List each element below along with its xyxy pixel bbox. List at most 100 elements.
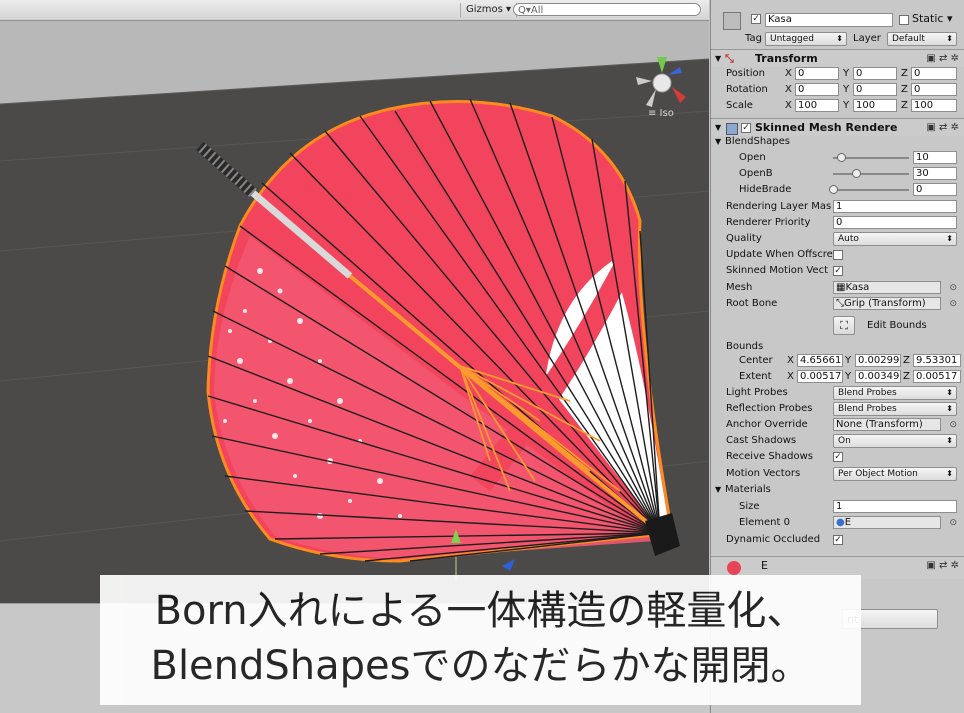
quality-dropdown[interactable]: Auto ⬍ bbox=[833, 232, 957, 246]
blendshape-slider-track[interactable] bbox=[833, 173, 909, 175]
active-checkbox[interactable]: ✓ bbox=[751, 14, 761, 24]
cast-shadows-dropdown[interactable]: On ⬍ bbox=[833, 434, 957, 448]
blendshape-slider-thumb[interactable] bbox=[829, 185, 838, 194]
skinned-motion-checkbox[interactable]: ✓ bbox=[833, 266, 843, 276]
foldout-arrow-icon[interactable]: ▼ bbox=[715, 50, 721, 67]
root-bone-row: Root Bone ⤡Grip (Transform) ⊙ bbox=[711, 296, 964, 312]
material-sphere-icon: ● bbox=[836, 517, 845, 528]
blendshape-openb-row: OpenB 30 bbox=[711, 166, 964, 182]
blendshape-slider-track[interactable] bbox=[833, 189, 909, 191]
reflection-probes-row: Reflection Probes Blend Probes ⬍ bbox=[711, 401, 964, 417]
receive-shadows-checkbox[interactable]: ✓ bbox=[833, 452, 843, 462]
component-menu-icon[interactable]: ▣ ⇄ ✲ bbox=[926, 557, 959, 574]
layer-dropdown[interactable]: Default ⬍ bbox=[887, 32, 957, 46]
rendering-layer-field[interactable]: 1 bbox=[833, 200, 957, 213]
blendshape-value-field[interactable]: 0 bbox=[913, 183, 957, 196]
transform-rotation-row: Rotation X 0 Y 0 Z 0 bbox=[711, 82, 964, 98]
gizmos-dropdown[interactable]: Gizmos ▾ bbox=[460, 3, 518, 17]
foldout-arrow-icon[interactable]: ▼ bbox=[715, 482, 721, 498]
anchor-override-label: Anchor Override bbox=[726, 419, 808, 430]
center-z-field[interactable]: 9.53301 bbox=[913, 354, 961, 367]
mesh-label: Mesh bbox=[726, 282, 753, 293]
static-dropdown[interactable]: Static ▾ bbox=[912, 11, 952, 27]
receive-shadows-row: Receive Shadows ✓ bbox=[711, 449, 964, 465]
mesh-field[interactable]: ▦Kasa bbox=[833, 281, 941, 294]
element0-label: Element 0 bbox=[739, 517, 790, 528]
update-offscreen-label: Update When Offscre bbox=[726, 249, 833, 260]
transform-icon: ⤡ bbox=[725, 52, 734, 65]
rendering-layer-label: Rendering Layer Mas bbox=[726, 201, 832, 212]
transform-y-field[interactable]: 100 bbox=[853, 99, 897, 112]
extent-label: Extent bbox=[739, 371, 772, 382]
reflection-probes-dropdown[interactable]: Blend Probes ⬍ bbox=[833, 402, 957, 416]
caption-line-1: Born入れによる一体構造の軽量化、 bbox=[154, 588, 807, 634]
transform-z-field[interactable]: 0 bbox=[911, 83, 957, 96]
materials-foldout[interactable]: ▼ Materials bbox=[711, 482, 964, 498]
blendshape-value-field[interactable]: 10 bbox=[913, 151, 957, 164]
transform-x-field[interactable]: 0 bbox=[795, 83, 839, 96]
object-picker-icon[interactable]: ⊙ bbox=[949, 280, 957, 296]
transform-y-field[interactable]: 0 bbox=[853, 83, 897, 96]
blendshape-slider-thumb[interactable] bbox=[837, 153, 846, 162]
bounds-extent-row: Extent X 0.00517 Y 0.00349 Z 0.00517 bbox=[711, 369, 964, 385]
blendshapes-foldout[interactable]: ▼ BlendShapes bbox=[711, 134, 964, 150]
update-offscreen-checkbox[interactable] bbox=[833, 250, 843, 260]
dynamic-occluded-checkbox[interactable]: ✓ bbox=[833, 535, 843, 545]
blendshapes-label: BlendShapes bbox=[725, 136, 790, 147]
root-bone-field[interactable]: ⤡Grip (Transform) bbox=[833, 297, 941, 310]
transform-x-field[interactable]: 100 bbox=[795, 99, 839, 112]
object-picker-icon[interactable]: ⊙ bbox=[949, 296, 957, 312]
renderer-priority-field[interactable]: 0 bbox=[833, 216, 957, 229]
transform-y-field[interactable]: 0 bbox=[853, 67, 897, 80]
transform-z-field[interactable]: 100 bbox=[911, 99, 957, 112]
blendshape-label: HideBrade bbox=[739, 184, 792, 195]
scene-search-input[interactable]: Q▾All bbox=[513, 3, 701, 16]
anchor-override-field[interactable]: None (Transform) bbox=[833, 418, 941, 431]
smr-enabled-checkbox[interactable]: ✓ bbox=[741, 123, 751, 133]
cast-shadows-label: Cast Shadows bbox=[726, 435, 797, 446]
cast-shadows-row: Cast Shadows On ⬍ bbox=[711, 433, 964, 449]
light-probes-dropdown[interactable]: Blend Probes ⬍ bbox=[833, 386, 957, 400]
foldout-arrow-icon[interactable]: ▼ bbox=[715, 134, 721, 150]
motion-vectors-dropdown[interactable]: Per Object Motion ⬍ bbox=[833, 467, 957, 481]
center-y-field[interactable]: 0.00299 bbox=[855, 354, 901, 367]
component-menu-icon[interactable]: ▣ ⇄ ✲ bbox=[926, 50, 959, 67]
static-checkbox[interactable] bbox=[899, 15, 909, 25]
transform-row-label: Scale bbox=[726, 100, 753, 111]
blendshape-label: Open bbox=[739, 152, 766, 163]
edit-bounds-button[interactable]: ⛶ bbox=[833, 316, 855, 335]
object-name-field[interactable]: Kasa bbox=[765, 13, 893, 27]
transform-z-field[interactable]: 0 bbox=[911, 67, 957, 80]
materials-size-label: Size bbox=[739, 501, 760, 512]
materials-size-row: Size 1 bbox=[711, 499, 964, 515]
receive-shadows-label: Receive Shadows bbox=[726, 451, 813, 462]
object-picker-icon[interactable]: ⊙ bbox=[949, 515, 957, 531]
extent-z-field[interactable]: 0.00517 bbox=[913, 370, 961, 383]
quality-row: Quality Auto ⬍ bbox=[711, 231, 964, 247]
update-offscreen-row: Update When Offscre bbox=[711, 247, 964, 263]
renderer-priority-row: Renderer Priority 0 bbox=[711, 215, 964, 231]
transform-icon: ⤡ bbox=[836, 298, 844, 309]
motion-vectors-label: Motion Vectors bbox=[726, 468, 801, 479]
center-x-field[interactable]: 4.65661 bbox=[797, 354, 843, 367]
projection-mode-label[interactable]: ≡ Iso bbox=[648, 108, 674, 119]
material-preview-icon bbox=[727, 561, 741, 575]
element0-field[interactable]: ●E bbox=[833, 516, 941, 529]
extent-x-field[interactable]: 0.00517 bbox=[797, 370, 843, 383]
materials-size-field[interactable]: 1 bbox=[833, 500, 957, 513]
blendshape-slider-thumb[interactable] bbox=[852, 169, 861, 178]
object-picker-icon[interactable]: ⊙ bbox=[949, 417, 957, 433]
edit-bounds-label: Edit Bounds bbox=[867, 320, 927, 331]
extent-y-field[interactable]: 0.00349 bbox=[855, 370, 901, 383]
blendshape-value-field[interactable]: 30 bbox=[913, 167, 957, 180]
renderer-priority-label: Renderer Priority bbox=[726, 217, 811, 228]
transform-header[interactable]: ▼ ⤡ Transform ▣ ⇄ ✲ bbox=[711, 49, 964, 67]
tag-dropdown[interactable]: Untagged ⬍ bbox=[765, 32, 847, 46]
transform-x-field[interactable]: 0 bbox=[795, 67, 839, 80]
dynamic-occluded-row: Dynamic Occluded ✓ bbox=[711, 532, 964, 548]
light-probes-label: Light Probes bbox=[726, 387, 788, 398]
rendering-layer-row: Rendering Layer Mas 1 bbox=[711, 199, 964, 215]
scene-toolbar: Gizmos ▾ Q▾All bbox=[0, 0, 709, 21]
caption-overlay: Born入れによる一体構造の軽量化、 BlendShapesでのなだらかな開閉。 bbox=[100, 575, 861, 705]
scene-viewport[interactable] bbox=[0, 21, 709, 603]
